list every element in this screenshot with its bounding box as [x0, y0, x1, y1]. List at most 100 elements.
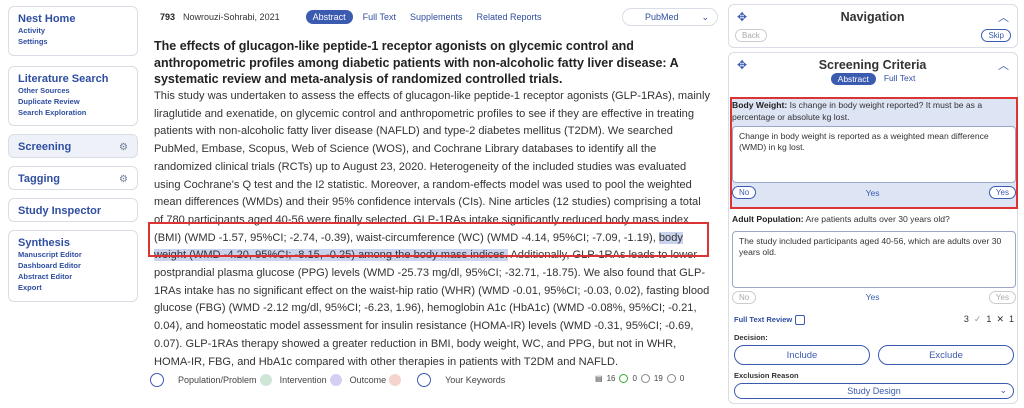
outcome-color-dot[interactable]: [389, 374, 402, 386]
move-icon[interactable]: ✥: [737, 10, 747, 24]
full-text-review-checkbox[interactable]: [795, 314, 806, 325]
tagging-link[interactable]: Tagging: [18, 173, 60, 185]
navigation-title: Navigation: [840, 10, 905, 24]
chevron-down-icon: ⌄: [999, 385, 1007, 395]
tab-abstract[interactable]: Abstract: [305, 10, 353, 24]
exclusion-reason-value: Study Design: [847, 386, 901, 396]
exclude-button[interactable]: Exclude: [878, 345, 1014, 365]
tagging-card[interactable]: Tagging ⚙: [8, 166, 138, 190]
criterion-adult-population: Adult Population: Are patients adults ov…: [732, 214, 1016, 304]
tab-related-reports[interactable]: Related Reports: [477, 12, 542, 22]
criterion-answer-field[interactable]: The study included participants aged 40-…: [732, 230, 1016, 288]
source-select[interactable]: PubMed ⌄: [622, 8, 718, 26]
dashboard-editor-link[interactable]: Dashboard Editor: [18, 260, 128, 271]
review-counts: 3 ✓ 1 ✕ 1: [964, 314, 1014, 325]
full-text-review-row: Full Text Review 3 ✓ 1 ✕ 1: [734, 314, 1014, 325]
skip-button[interactable]: Skip: [981, 29, 1011, 42]
yes-button[interactable]: Yes: [988, 290, 1016, 304]
criterion-buttons: No Yes Yes: [732, 290, 1016, 304]
check-circle-icon: [619, 374, 629, 383]
exclusion-reason-label: Exclusion Reason: [734, 371, 799, 380]
duplicate-review-link[interactable]: Duplicate Review: [18, 96, 128, 107]
synthesis-link[interactable]: Synthesis: [18, 237, 128, 249]
criterion-label: Body Weight:: [732, 100, 788, 110]
keyword-bar: Population/Problem Intervention Outcome …: [150, 370, 710, 390]
other-sources-link[interactable]: Other Sources: [18, 85, 128, 96]
search-exploration-link[interactable]: Search Exploration: [18, 107, 128, 118]
record-author: Nowrouzi-Sohrabi, 2021: [183, 12, 280, 22]
abstract-text-start: This study was undertaken to assess the …: [154, 90, 710, 244]
population-label: Population/Problem: [178, 375, 257, 385]
count-c: 1: [1008, 314, 1014, 324]
screening-title: Screening Criteria: [818, 58, 927, 72]
navigation-panel: ✥ Navigation ︿ Back Skip: [728, 4, 1018, 48]
population-color-dot[interactable]: [259, 374, 272, 386]
criteria-tab-full-text[interactable]: Full Text: [884, 73, 916, 85]
manuscript-editor-link[interactable]: Manuscript Editor: [18, 249, 128, 260]
yes-button[interactable]: Yes: [988, 186, 1016, 199]
cross-icon: ✕: [996, 314, 1004, 324]
tab-supplements[interactable]: Supplements: [410, 12, 463, 22]
back-button[interactable]: Back: [735, 29, 767, 42]
yes-option[interactable]: Yes: [866, 188, 880, 198]
synthesis-card: Synthesis Manuscript Editor Dashboard Ed…: [8, 230, 138, 302]
nest-home-link[interactable]: Nest Home: [18, 13, 128, 25]
gear-icon[interactable]: ⚙: [119, 142, 128, 153]
source-select-value: PubMed: [645, 12, 679, 22]
screening-link[interactable]: Screening: [18, 141, 71, 153]
exclusion-reason-select[interactable]: Study Design ⌄: [734, 383, 1014, 399]
criterion-buttons: No Yes Yes: [732, 186, 1016, 199]
screening-tabs: Abstract Full Text: [729, 73, 1017, 85]
outcome-label: Outcome: [349, 375, 387, 385]
criterion-question: Body Weight: Is change in body weight re…: [732, 100, 1016, 123]
include-button[interactable]: Include: [734, 345, 870, 365]
full-text-review-toggle[interactable]: Full Text Review: [734, 314, 806, 325]
keyword-toggle-pico[interactable]: [150, 373, 164, 387]
move-icon[interactable]: ✥: [737, 58, 747, 72]
chevron-up-icon[interactable]: ︿: [998, 9, 1009, 25]
your-keywords-label: Your Keywords: [445, 375, 506, 385]
chevron-up-icon[interactable]: ︿: [998, 57, 1009, 73]
export-link[interactable]: Export: [18, 282, 128, 293]
gear-icon[interactable]: ⚙: [119, 174, 128, 185]
literature-search-card: Literature Search Other Sources Duplicat…: [8, 66, 138, 126]
article-title: The effects of glucagon-like peptide-1 r…: [154, 39, 679, 86]
article-abstract: This study was undertaken to assess the …: [154, 88, 710, 371]
tab-full-text[interactable]: Full Text: [363, 12, 396, 22]
yes-option[interactable]: Yes: [866, 292, 880, 302]
no-button[interactable]: No: [732, 186, 757, 199]
criterion-question: Adult Population: Are patients adults ov…: [732, 214, 1016, 226]
count-b: 1: [986, 314, 992, 324]
docs-count: 16: [606, 374, 616, 383]
document-icon: ▤: [595, 374, 603, 383]
settings-link[interactable]: Settings: [18, 36, 128, 47]
excluded-circle-icon: [640, 374, 650, 383]
zero-count: 0: [679, 374, 685, 383]
sidebar: Nest Home Activity Settings Literature S…: [8, 6, 138, 310]
intervention-color-dot[interactable]: [329, 374, 342, 386]
intervention-label: Intervention: [279, 375, 327, 385]
literature-search-link[interactable]: Literature Search: [18, 73, 128, 85]
criterion-label: Adult Population:: [732, 214, 804, 224]
screening-card[interactable]: Screening ⚙: [8, 134, 138, 158]
keyword-toggle-custom[interactable]: [417, 373, 432, 387]
no-button[interactable]: No: [732, 290, 757, 304]
navigation-header: ✥ Navigation ︿: [729, 5, 1017, 29]
full-text-review-label: Full Text Review: [734, 315, 793, 324]
criteria-tab-abstract[interactable]: Abstract: [830, 73, 876, 85]
criterion-answer-field[interactable]: Change in body weight is reported as a w…: [732, 126, 1016, 183]
record-stats: ▤ 16 0 19 0: [595, 374, 684, 383]
study-inspector-card[interactable]: Study Inspector: [8, 198, 138, 222]
nest-home-card: Nest Home Activity Settings: [8, 6, 138, 56]
chevron-down-icon: ⌄: [701, 11, 709, 22]
criterion-body-weight: Body Weight: Is change in body weight re…: [732, 100, 1016, 199]
activity-link[interactable]: Activity: [18, 25, 128, 36]
decision-label: Decision:: [734, 333, 768, 342]
study-inspector-link[interactable]: Study Inspector: [18, 205, 128, 217]
record-number: 793: [160, 12, 176, 22]
navigation-buttons: Back Skip: [729, 29, 1017, 42]
abstract-editor-link[interactable]: Abstract Editor: [18, 271, 128, 282]
abstract-text-end: Additionally, GLP-1RAs leads to lower po…: [154, 249, 710, 368]
decision-buttons: Include Exclude: [734, 345, 1014, 365]
count-a: 3: [963, 314, 969, 324]
